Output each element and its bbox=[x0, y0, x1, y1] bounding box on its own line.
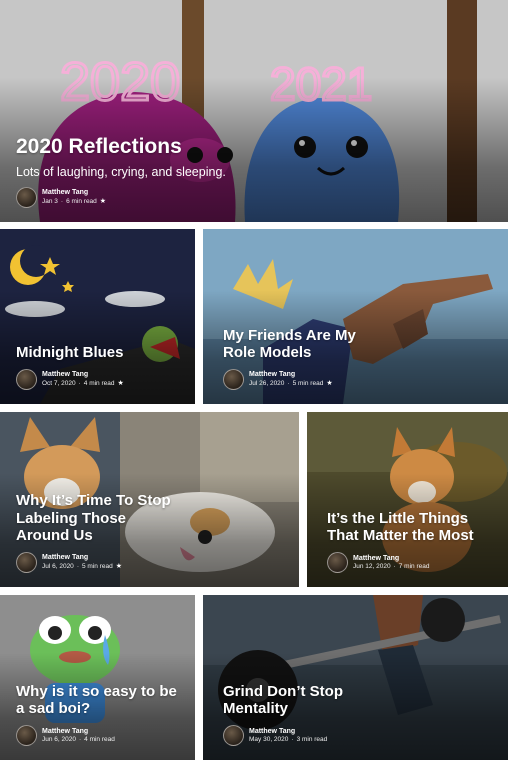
card-content: My Friends Are My Role Models Matthew Ta… bbox=[223, 327, 496, 390]
read-time: 5 min read bbox=[292, 379, 324, 387]
author-name[interactable]: Matthew Tang bbox=[249, 371, 333, 379]
story-title[interactable]: 2020 Reflections bbox=[16, 135, 496, 159]
byline: Matthew Tang Oct 7, 2020 · 4 min read ★ bbox=[16, 369, 183, 390]
star-icon: ★ bbox=[326, 379, 333, 387]
author-avatar[interactable] bbox=[16, 552, 37, 573]
story-card-midnight-blues[interactable]: Midnight Blues Matthew Tang Oct 7, 2020 ·… bbox=[0, 229, 195, 404]
card-content: Why is it so easy to be a sad boi? Matth… bbox=[16, 683, 183, 746]
author-avatar[interactable] bbox=[223, 369, 244, 390]
byline: Matthew Tang Jul 6, 2020 · 5 min read ★ bbox=[16, 552, 287, 573]
story-title[interactable]: It’s the Little Things That Matter the M… bbox=[327, 510, 492, 545]
post-date: Jun 12, 2020 bbox=[353, 562, 391, 570]
card-content: Grind Don’t Stop Mentality Matthew Tang … bbox=[223, 683, 496, 746]
author-avatar[interactable] bbox=[327, 552, 348, 573]
story-title[interactable]: Grind Don’t Stop Mentality bbox=[223, 683, 363, 718]
story-title[interactable]: My Friends Are My Role Models bbox=[223, 327, 373, 362]
author-name[interactable]: Matthew Tang bbox=[42, 728, 115, 736]
post-date: May 30, 2020 bbox=[249, 735, 289, 743]
author-avatar[interactable] bbox=[16, 725, 37, 746]
read-time: 4 min read bbox=[83, 379, 115, 387]
story-card-sad-boi[interactable]: Why is it so easy to be a sad boi? Matth… bbox=[0, 595, 195, 760]
byline: Matthew Tang Jul 26, 2020 · 5 min read ★ bbox=[223, 369, 496, 390]
author-name[interactable]: Matthew Tang bbox=[42, 554, 122, 562]
author-name[interactable]: Matthew Tang bbox=[353, 555, 429, 563]
card-content: Why It’s Time To Stop Labeling Those Aro… bbox=[16, 492, 287, 573]
author-name[interactable]: Matthew Tang bbox=[249, 728, 327, 736]
author-avatar[interactable] bbox=[16, 369, 37, 390]
story-card-stop-labeling[interactable]: Why It’s Time To Stop Labeling Those Aro… bbox=[0, 412, 299, 587]
post-date: Jun 6, 2020 bbox=[42, 735, 76, 743]
star-icon: ★ bbox=[117, 379, 124, 387]
author-name[interactable]: Matthew Tang bbox=[42, 189, 106, 197]
post-date: Jul 26, 2020 bbox=[249, 379, 285, 387]
byline: Matthew Tang Jun 12, 2020 · 7 min read bbox=[327, 552, 496, 573]
card-content: It’s the Little Things That Matter the M… bbox=[327, 510, 496, 573]
card-content: Midnight Blues Matthew Tang Oct 7, 2020 ·… bbox=[16, 344, 183, 390]
story-title[interactable]: Why It’s Time To Stop Labeling Those Aro… bbox=[16, 492, 176, 544]
story-card-friends-role-models[interactable]: My Friends Are My Role Models Matthew Ta… bbox=[203, 229, 508, 404]
story-title[interactable]: Why is it so easy to be a sad boi? bbox=[16, 683, 181, 718]
byline: Matthew Tang Jun 6, 2020 · 4 min read bbox=[16, 725, 183, 746]
story-title[interactable]: Midnight Blues bbox=[16, 344, 183, 361]
author-avatar[interactable] bbox=[16, 187, 37, 208]
author-avatar[interactable] bbox=[223, 725, 244, 746]
star-icon: ★ bbox=[115, 562, 122, 570]
story-card-2020-reflections[interactable]: 2020 2021 2020 Reflections Lots of laugh… bbox=[0, 0, 508, 222]
author-name[interactable]: Matthew Tang bbox=[42, 371, 124, 379]
byline: Matthew Tang Jan 3 · 6 min read ★ bbox=[16, 187, 496, 208]
byline: Matthew Tang May 30, 2020 · 3 min read bbox=[223, 725, 496, 746]
read-time: 6 min read bbox=[66, 197, 97, 205]
story-card-little-things[interactable]: It’s the Little Things That Matter the M… bbox=[307, 412, 508, 587]
post-date: Oct 7, 2020 bbox=[42, 379, 76, 387]
story-card-grind-dont-stop[interactable]: Grind Don’t Stop Mentality Matthew Tang … bbox=[203, 595, 508, 760]
post-date: Jul 6, 2020 bbox=[42, 562, 74, 570]
post-date: Jan 3 bbox=[42, 197, 58, 205]
star-icon: ★ bbox=[99, 197, 107, 205]
card-content: 2020 Reflections Lots of laughing, cryin… bbox=[16, 135, 496, 208]
read-time: 3 min read bbox=[296, 735, 328, 743]
story-subtitle: Lots of laughing, crying, and sleeping. bbox=[16, 165, 226, 179]
read-time: 7 min read bbox=[398, 562, 430, 570]
read-time: 4 min read bbox=[84, 735, 115, 743]
read-time: 5 min read bbox=[81, 562, 113, 570]
